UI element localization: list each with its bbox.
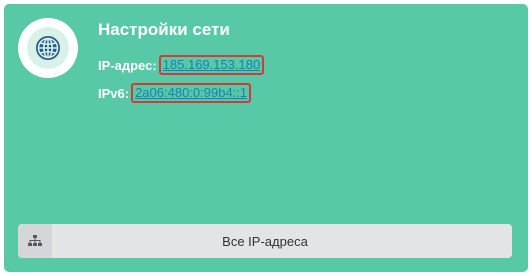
network-tree-icon [18, 224, 52, 258]
ipv4-label: IP-адрес: [98, 57, 157, 73]
ipv4-row: IP-адрес: 185.169.153.180 [98, 54, 265, 76]
network-settings-card: Настройки сети IP-адрес: 185.169.153.180… [4, 4, 528, 272]
widget-title: Настройки сети [98, 20, 230, 39]
all-ip-addresses-button[interactable]: Все IP-адреса [18, 224, 512, 258]
ipv4-address-link[interactable]: 185.169.153.180 [158, 55, 265, 75]
ipv6-row: IPv6: 2a06:480:0:99b4::1 [98, 82, 252, 104]
globe-badge-inner [27, 27, 69, 69]
globe-badge [18, 18, 78, 78]
ipv6-address-link[interactable]: 2a06:480:0:99b4::1 [131, 83, 252, 103]
globe-icon [36, 36, 60, 60]
all-ip-addresses-label: Все IP-адреса [222, 233, 308, 249]
ipv6-label: IPv6: [98, 85, 130, 101]
